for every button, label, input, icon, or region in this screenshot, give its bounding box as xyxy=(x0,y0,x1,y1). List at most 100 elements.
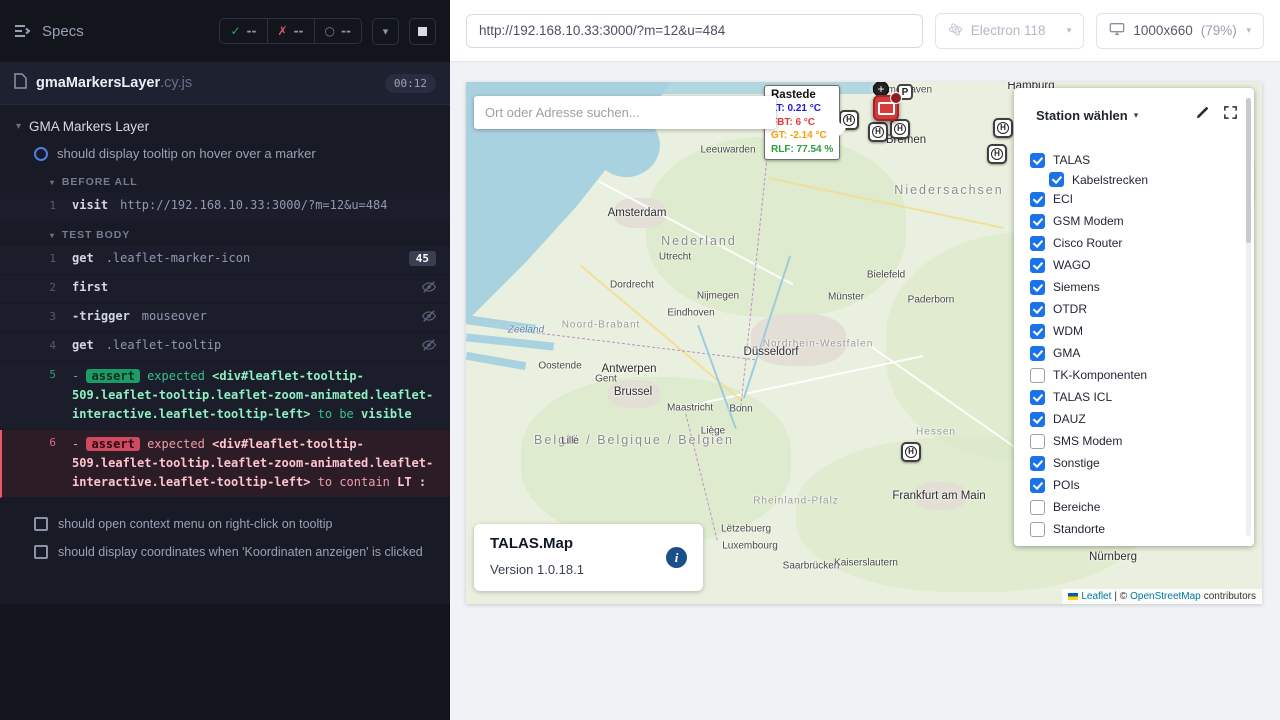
layer-checkbox[interactable] xyxy=(1030,412,1045,427)
layer-checkbox[interactable] xyxy=(1030,324,1045,339)
layer-checkbox[interactable] xyxy=(1030,302,1045,317)
h-marker[interactable]: H xyxy=(987,144,1007,164)
aut-stage: BremerhavenHamburgBremenGroningenLeeuwar… xyxy=(450,62,1280,720)
expand-icon[interactable] xyxy=(1223,105,1238,125)
layer-label: SMS Modem xyxy=(1053,434,1122,448)
command-row[interactable]: 4 get .leaflet-tooltip xyxy=(0,333,450,362)
layer-item[interactable]: DAUZ xyxy=(1030,408,1236,430)
h-marker[interactable]: H xyxy=(890,119,910,139)
map-label: Noord-Brabant xyxy=(562,320,641,331)
map-label: Gent xyxy=(595,374,617,385)
layer-checkbox[interactable] xyxy=(1030,153,1045,168)
command-row[interactable]: 2 first xyxy=(0,275,450,304)
h-marker[interactable]: H xyxy=(868,122,888,142)
layer-label: GSM Modem xyxy=(1053,214,1124,228)
map-label: Niedersachsen xyxy=(894,183,1003,197)
search-input[interactable] xyxy=(474,96,776,129)
cypress-sidebar: Specs ✓-- ✗-- ○-- ▾ gmaMarkersLayer.cy.j… xyxy=(0,0,450,720)
command-row[interactable]: 3 -trigger mouseover xyxy=(0,304,450,333)
layer-item[interactable]: Bereiche xyxy=(1030,496,1236,518)
layer-item[interactable]: TALAS xyxy=(1030,149,1236,171)
red-marker[interactable] xyxy=(873,95,899,121)
leaflet-link[interactable]: Leaflet xyxy=(1081,591,1111,602)
pending-test[interactable]: should display coordinates when 'Koordin… xyxy=(0,538,450,566)
panel-scrollbar[interactable] xyxy=(1246,98,1251,536)
spec-timer: 00:12 xyxy=(385,74,436,93)
layer-label: TK-Komponenten xyxy=(1053,368,1147,382)
assert-passed-row[interactable]: 5 - assert expected <div#leaflet-tooltip… xyxy=(0,362,450,430)
layer-item[interactable]: TK-Komponenten xyxy=(1030,364,1236,386)
layer-item[interactable]: Siemens xyxy=(1030,276,1236,298)
layer-checkbox[interactable] xyxy=(1030,522,1045,537)
stop-button[interactable] xyxy=(409,18,436,45)
tooltip-row: LT: 0.21 °C xyxy=(771,102,833,116)
layer-checkbox[interactable] xyxy=(1030,456,1045,471)
layer-item[interactable]: ECI xyxy=(1030,188,1236,210)
h-marker[interactable]: H xyxy=(993,118,1013,138)
section-before-all[interactable]: ▾ BEFORE ALL xyxy=(0,169,450,193)
info-icon[interactable]: i xyxy=(666,547,687,568)
chevron-down-icon[interactable]: ▾ xyxy=(1134,110,1139,121)
pending-test[interactable]: should open context menu on right-click … xyxy=(0,510,450,538)
h-marker[interactable]: H xyxy=(901,442,921,462)
specs-menu-icon[interactable] xyxy=(14,24,32,38)
map-label: Leeuwarden xyxy=(700,145,755,156)
layer-checkbox[interactable] xyxy=(1030,434,1045,449)
layer-checkbox[interactable] xyxy=(1030,258,1045,273)
spec-header[interactable]: gmaMarkersLayer.cy.js 00:12 xyxy=(0,62,450,105)
layer-checkbox[interactable] xyxy=(1030,390,1045,405)
chevron-down-icon: ▾ xyxy=(1067,25,1072,36)
running-icon xyxy=(34,147,48,161)
layer-item[interactable]: Sonstige xyxy=(1030,452,1236,474)
layer-item[interactable]: WDM xyxy=(1030,320,1236,342)
map-label: Luxembourg xyxy=(722,541,778,552)
command-row[interactable]: 1 visit http://192.168.10.33:3000/?m=12&… xyxy=(0,193,450,222)
layer-item[interactable]: Kabelstrecken xyxy=(1030,171,1236,188)
viewport-select[interactable]: 1000x660 (79%) ▾ xyxy=(1096,13,1264,49)
layer-item[interactable]: OTDR xyxy=(1030,298,1236,320)
osm-link[interactable]: OpenStreetMap xyxy=(1130,591,1201,602)
map-label: Nederland xyxy=(661,234,737,248)
station-select[interactable]: Station wählen xyxy=(1036,108,1128,123)
layer-item[interactable]: GSM Modem xyxy=(1030,210,1236,232)
url-input[interactable] xyxy=(466,14,923,48)
layer-checkbox[interactable] xyxy=(1030,236,1045,251)
map-label: Düsseldorf xyxy=(744,346,799,358)
layer-item[interactable]: Cisco Router xyxy=(1030,232,1236,254)
map-label: Hessen xyxy=(916,427,956,438)
command-row[interactable]: 1 get .leaflet-marker-icon 45 xyxy=(0,246,450,275)
collapse-button[interactable]: ▾ xyxy=(372,18,399,45)
map-label: Bonn xyxy=(729,404,752,415)
layer-label: WAGO xyxy=(1053,258,1091,272)
assert-failed-row[interactable]: 6 - assert expected <div#leaflet-tooltip… xyxy=(0,430,450,498)
layer-checkbox[interactable] xyxy=(1030,346,1045,361)
layer-label: DAUZ xyxy=(1053,412,1086,426)
layer-checkbox[interactable] xyxy=(1030,192,1045,207)
scrollbar-thumb[interactable] xyxy=(1246,98,1251,243)
layer-checkbox[interactable] xyxy=(1049,172,1064,187)
edit-icon[interactable] xyxy=(1195,105,1210,125)
layer-item[interactable]: GMA xyxy=(1030,342,1236,364)
active-test[interactable]: should display tooltip on hover over a m… xyxy=(0,140,450,169)
layer-item[interactable]: Standorte xyxy=(1030,518,1236,540)
layer-checkbox[interactable] xyxy=(1030,214,1045,229)
specs-title[interactable]: Specs xyxy=(42,23,84,40)
pending-tests: should open context menu on right-click … xyxy=(0,498,450,566)
layer-item[interactable]: TALAS ICL xyxy=(1030,386,1236,408)
browser-select[interactable]: Electron 118 ▾ xyxy=(935,13,1085,49)
layer-checkbox[interactable] xyxy=(1030,478,1045,493)
layer-checkbox[interactable] xyxy=(1030,368,1045,383)
stat-failed: ✗-- xyxy=(268,19,315,43)
layer-checkbox[interactable] xyxy=(1030,500,1045,515)
layer-item[interactable]: SMS Modem xyxy=(1030,430,1236,452)
layer-label: POIs xyxy=(1053,478,1080,492)
layer-item[interactable]: POIs xyxy=(1030,474,1236,496)
chevron-down-icon: ▾ xyxy=(50,231,55,240)
suite-title[interactable]: ▾ GMA Markers Layer xyxy=(0,105,450,140)
estuary xyxy=(466,352,526,370)
layer-checkbox[interactable] xyxy=(1030,280,1045,295)
layer-item[interactable]: WAGO xyxy=(1030,254,1236,276)
map-app[interactable]: BremerhavenHamburgBremenGroningenLeeuwar… xyxy=(466,82,1262,604)
section-test-body[interactable]: ▾ TEST BODY xyxy=(0,222,450,246)
map-label: Amsterdam xyxy=(608,207,667,219)
